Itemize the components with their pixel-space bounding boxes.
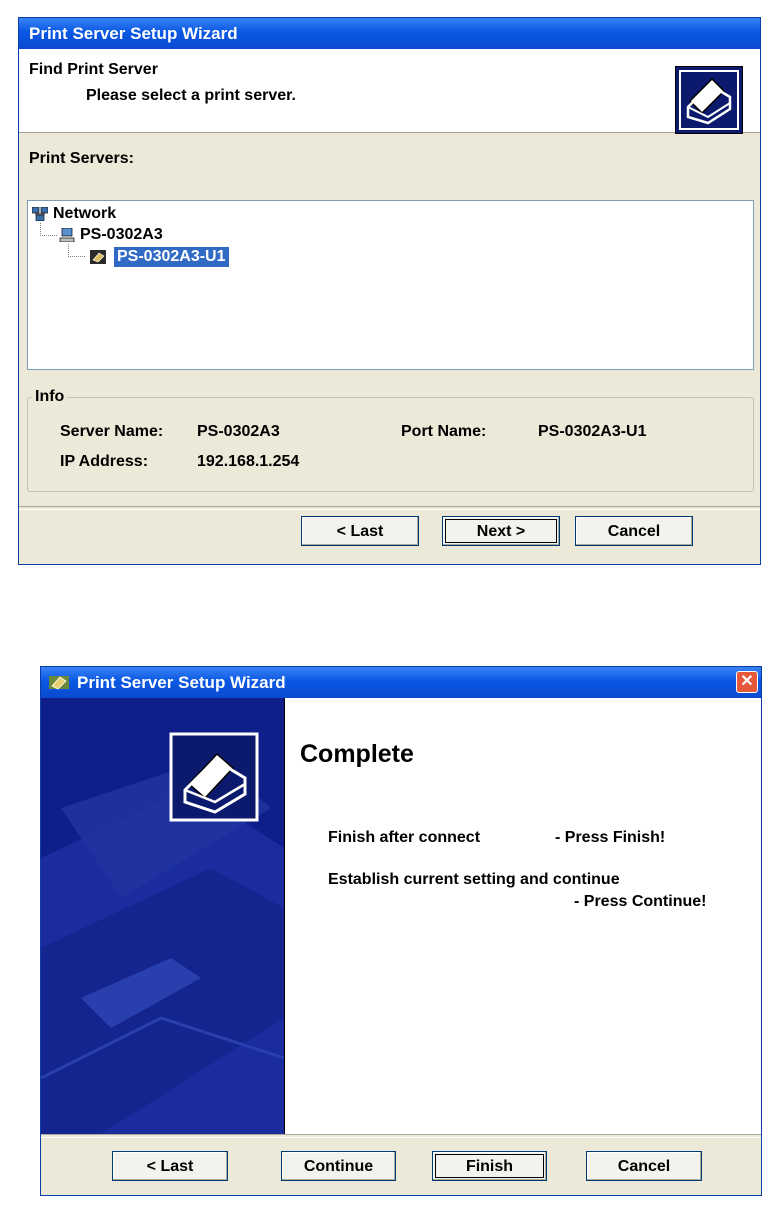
ip-address-label: IP Address: [60,453,149,470]
close-button[interactable]: ✕ [736,671,758,693]
wizard-header: Find Print Server Please select a print … [19,49,760,134]
print-servers-label: Print Servers: [29,150,134,167]
wizard-window-find-server: Print Server Setup Wizard Find Print Ser… [18,17,761,565]
wizard-content: Complete Finish after connect - Press Fi… [285,698,761,1134]
tree-label-server: PS-0302A3 [80,226,163,243]
tree-connector [68,244,85,257]
finish-instruction-text: Finish after connect [328,829,481,846]
header-subtitle: Please select a print server. [86,87,296,104]
next-button[interactable]: Next > [442,516,560,546]
print-server-icon [90,250,106,264]
continue-instruction-text: Establish current setting and continue [328,871,620,888]
close-icon: ✕ [740,673,754,690]
computer-icon [59,228,75,242]
info-group-label: Info [32,388,68,406]
server-name-value: PS-0302A3 [197,423,280,440]
printer-icon [675,66,743,134]
tree-item-port[interactable]: PS-0302A3-U1 [87,247,229,267]
network-icon [32,207,48,221]
continue-instruction-action: - Press Continue! [574,893,707,910]
footer-divider [19,506,760,510]
finish-button[interactable]: Finish [432,1151,547,1181]
continue-button[interactable]: Continue [281,1151,396,1181]
cancel-button[interactable]: Cancel [575,516,693,546]
finish-instruction-action: - Press Finish! [555,829,666,846]
port-name-value: PS-0302A3-U1 [538,423,647,440]
tree-item-network[interactable]: Network [32,204,116,224]
header-title: Find Print Server [29,61,158,78]
title-bar[interactable]: Print Server Setup Wizard [19,18,760,49]
tree-connector [40,223,57,236]
wizard-side-banner [41,698,285,1134]
port-name-label: Port Name: [401,423,487,440]
cancel-button[interactable]: Cancel [586,1151,702,1181]
wizard-window-complete: Print Server Setup Wizard ✕ Complete Fin… [40,666,762,1196]
server-tree[interactable]: Network PS-0302A3 PS-0302A3-U1 [27,200,754,370]
server-name-label: Server Name: [60,423,164,440]
tree-label-port-selected: PS-0302A3-U1 [114,247,229,267]
printer-illustration [41,732,284,1134]
tree-item-server[interactable]: PS-0302A3 [59,225,163,245]
footer-divider [41,1134,761,1138]
page-heading: Complete [300,740,414,768]
title-bar[interactable]: Print Server Setup Wizard ✕ [41,667,761,698]
last-button[interactable]: < Last [112,1151,228,1181]
window-title: Print Server Setup Wizard [77,673,286,692]
info-group [27,397,754,492]
window-title: Print Server Setup Wizard [29,24,238,43]
ip-address-value: 192.168.1.254 [197,453,300,470]
tree-label-network: Network [53,205,117,222]
app-icon [49,676,69,690]
last-button[interactable]: < Last [301,516,419,546]
